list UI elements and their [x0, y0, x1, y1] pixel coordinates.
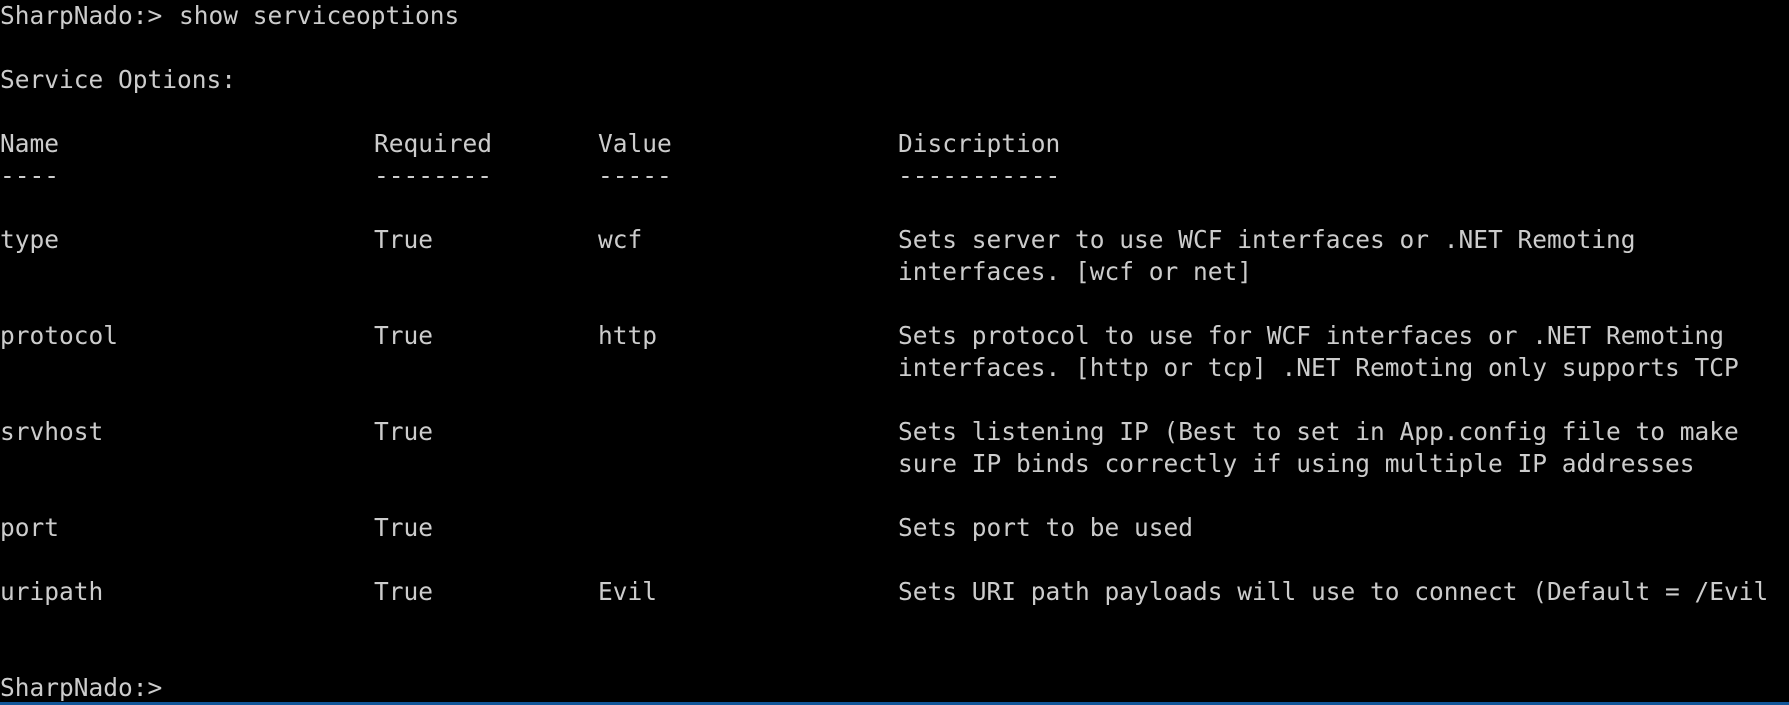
option-required: True [374, 577, 434, 606]
option-required: True [374, 321, 434, 350]
option-name: type [0, 225, 60, 254]
option-description: Sets protocol to use for WCF interfaces … [898, 321, 1725, 350]
option-description-cont: sure IP binds correctly if using multipl… [898, 449, 1695, 478]
underline-description: ----------- [898, 161, 1061, 190]
table-header: Name Required Value Discription [0, 128, 1789, 160]
header-value: Value [598, 129, 672, 158]
header-required: Required [374, 129, 493, 158]
option-required: True [374, 225, 434, 254]
option-description-cont: interfaces. [wcf or net] [898, 257, 1253, 286]
option-name: protocol [0, 321, 119, 350]
option-value: Evil [598, 577, 658, 606]
option-description-cont: interfaces. [http or tcp] .NET Remoting … [898, 353, 1739, 382]
option-name: uripath [0, 577, 104, 606]
option-required: True [374, 417, 434, 446]
table-row: type True wcf Sets server to use WCF int… [0, 224, 1789, 256]
underline-value: ----- [598, 161, 672, 190]
option-description: Sets URI path payloads will use to conne… [898, 577, 1769, 606]
table-row-continuation: interfaces. [wcf or net] [0, 256, 1789, 288]
console-window[interactable]: SharpNado:> show serviceoptions Service … [0, 0, 1789, 705]
section-title: Service Options: [0, 65, 237, 94]
underline-name: ---- [0, 161, 60, 190]
option-name: port [0, 513, 60, 542]
table-header-underline: ---- -------- ----- ----------- [0, 160, 1789, 192]
table-row: srvhost True Sets listening IP (Best to … [0, 416, 1789, 448]
option-name: srvhost [0, 417, 104, 446]
prompt: SharpNado:> [0, 1, 163, 30]
header-description: Discription [898, 129, 1061, 158]
option-value: http [598, 321, 658, 350]
section-title-line: Service Options: [0, 64, 1789, 96]
table-row-continuation: interfaces. [http or tcp] .NET Remoting … [0, 352, 1789, 384]
prompt: SharpNado:> [0, 673, 163, 702]
table-row: uripath True Evil Sets URI path payloads… [0, 576, 1789, 608]
input-line[interactable]: SharpNado:> [0, 672, 1789, 704]
command-line: SharpNado:> show serviceoptions [0, 0, 1789, 32]
option-description: Sets server to use WCF interfaces or .NE… [898, 225, 1636, 254]
option-value: wcf [598, 225, 643, 254]
header-name: Name [0, 129, 60, 158]
option-description: Sets listening IP (Best to set in App.co… [898, 417, 1739, 446]
table-row: port True Sets port to be used [0, 512, 1789, 544]
command-text: show serviceoptions [179, 1, 460, 30]
table-row-continuation: sure IP binds correctly if using multipl… [0, 448, 1789, 480]
option-required: True [374, 513, 434, 542]
underline-required: -------- [374, 161, 493, 190]
table-row: protocol True http Sets protocol to use … [0, 320, 1789, 352]
option-description: Sets port to be used [898, 513, 1194, 542]
